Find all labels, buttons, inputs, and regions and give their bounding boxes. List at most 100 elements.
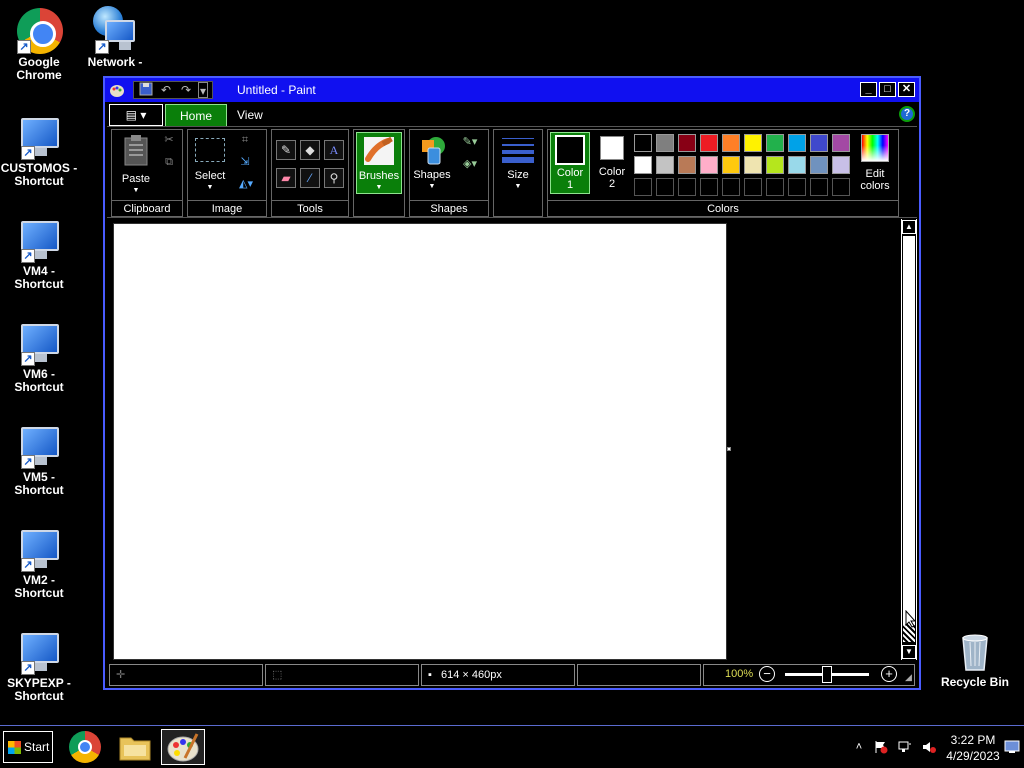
color-swatch[interactable] — [810, 134, 828, 152]
maximize-button[interactable]: □ — [879, 82, 896, 97]
tools-group-label: Tools — [272, 200, 348, 215]
shapes-button[interactable]: Shapes ▼ — [412, 134, 452, 193]
empty-color-swatch[interactable] — [678, 178, 696, 196]
empty-color-swatch[interactable] — [766, 178, 784, 196]
desktop-icon-recycle-bin[interactable]: Recycle Bin — [936, 626, 1014, 689]
save-icon[interactable] — [138, 82, 154, 98]
empty-color-swatch[interactable] — [656, 178, 674, 196]
outline-icon[interactable]: ✎▾ — [458, 136, 482, 148]
paint-menu-button[interactable]: ▤ ▾ — [109, 104, 163, 126]
empty-color-swatch[interactable] — [634, 178, 652, 196]
text-icon[interactable]: A — [324, 140, 344, 160]
color-swatch[interactable] — [634, 156, 652, 174]
pencil-icon[interactable]: ✎ — [276, 140, 296, 160]
empty-color-swatch[interactable] — [744, 178, 762, 196]
chevron-down-icon: ▼ — [428, 183, 436, 190]
color-swatch[interactable] — [656, 134, 674, 152]
empty-color-swatch[interactable] — [832, 178, 850, 196]
color-swatch[interactable] — [810, 156, 828, 174]
color-swatch[interactable] — [832, 134, 850, 152]
color-swatch[interactable] — [700, 156, 718, 174]
size-button[interactable]: Size ▼ — [498, 136, 538, 193]
taskbar-file-explorer[interactable] — [113, 729, 157, 765]
size-label: Size — [507, 169, 529, 181]
system-clock[interactable]: 3:22 PM 4/29/2023 — [945, 732, 1001, 764]
desktop-icon-vm6[interactable]: ↗ VM6 - Shortcut — [0, 318, 78, 394]
minimize-button[interactable]: _ — [860, 82, 877, 97]
desktop-icon-network[interactable]: ↗ Network - Shortcut — [76, 6, 154, 69]
paint-app-icon[interactable] — [109, 82, 125, 98]
redo-icon[interactable]: ↷ — [178, 82, 194, 98]
scroll-down-button[interactable]: ▼ — [902, 645, 916, 659]
color-swatch[interactable] — [832, 156, 850, 174]
show-hidden-icons-button[interactable]: ˄ — [852, 740, 866, 754]
network-icon[interactable] — [898, 740, 912, 754]
close-button[interactable]: ✕ — [898, 82, 915, 97]
tab-home[interactable]: Home — [165, 104, 228, 126]
window-resize-grip[interactable]: ◢ — [905, 672, 915, 682]
resize-icon[interactable]: ⇲ — [238, 156, 252, 168]
scroll-up-button[interactable]: ▲ — [902, 220, 916, 234]
color2-button[interactable]: Color 2 — [594, 136, 630, 190]
desktop-icon-skypexp[interactable]: ↗ SKYPEXP - Shortcut — [0, 627, 78, 703]
color-swatch[interactable] — [678, 156, 696, 174]
drawing-canvas[interactable] — [113, 223, 727, 660]
color-swatch[interactable] — [788, 134, 806, 152]
desktop-icon-google-chrome[interactable]: ↗ Google Chrome — [0, 6, 78, 82]
desktop-icon-vm4[interactable]: ↗ VM4 - Shortcut — [0, 215, 78, 291]
color-swatch[interactable] — [700, 134, 718, 152]
chevron-down-icon: ▼ — [132, 187, 140, 194]
color-swatch[interactable] — [678, 134, 696, 152]
taskbar-chrome[interactable] — [63, 729, 107, 765]
empty-color-swatch[interactable] — [700, 178, 718, 196]
zoom-out-button[interactable]: − — [759, 666, 775, 682]
canvas-resize-handle[interactable] — [727, 447, 731, 451]
color-picker-icon[interactable]: ⁄ — [300, 168, 320, 188]
color-swatch[interactable] — [744, 134, 762, 152]
volume-muted-icon[interactable] — [922, 740, 936, 754]
tab-view[interactable]: View — [223, 104, 277, 126]
scrollbar-thumb[interactable] — [903, 236, 915, 624]
magnifier-icon[interactable]: ⚲ — [324, 168, 344, 188]
empty-color-swatch[interactable] — [788, 178, 806, 196]
show-desktop-icon[interactable] — [1004, 740, 1020, 754]
window-title: Untitled - Paint — [237, 83, 316, 97]
edit-colors-button[interactable]: Edit colors — [854, 134, 896, 192]
empty-color-swatch[interactable] — [722, 178, 740, 196]
action-center-flag-icon[interactable] — [874, 740, 888, 754]
cut-icon[interactable]: ✂ — [162, 134, 176, 146]
color-swatch[interactable] — [788, 156, 806, 174]
undo-icon[interactable]: ↶ — [158, 82, 174, 98]
empty-color-swatch[interactable] — [810, 178, 828, 196]
color-swatch[interactable] — [766, 134, 784, 152]
vertical-scrollbar[interactable]: ▲ ▼ — [901, 219, 917, 660]
color-swatch[interactable] — [656, 156, 674, 174]
title-bar[interactable]: ↶ ↷ ▾ Untitled - Paint _ □ ✕ — [105, 78, 919, 102]
chevron-down-icon: ▼ — [206, 184, 214, 191]
tools-group: ✎ ◆ A ▰ ⁄ ⚲ Tools — [271, 129, 349, 217]
color-swatch[interactable] — [634, 134, 652, 152]
color-swatch[interactable] — [744, 156, 762, 174]
zoom-slider-thumb[interactable] — [822, 666, 832, 683]
color1-button[interactable]: Color 1 — [550, 132, 590, 194]
copy-icon[interactable]: ⧉ — [162, 156, 176, 168]
zoom-in-button[interactable]: + — [881, 666, 897, 682]
rotate-icon[interactable]: ◭▾ — [234, 178, 258, 190]
color-swatch[interactable] — [722, 156, 740, 174]
customize-qat-icon[interactable]: ▾ — [198, 82, 208, 98]
select-button[interactable]: Select ▼ — [192, 138, 228, 194]
eraser-icon[interactable]: ▰ — [276, 168, 296, 188]
desktop-icon-customos[interactable]: ↗ CUSTOMOS - Shortcut — [0, 112, 78, 188]
fill-shape-icon[interactable]: ◈▾ — [458, 158, 482, 170]
crop-icon[interactable]: ⌗ — [238, 134, 252, 146]
color-swatch[interactable] — [766, 156, 784, 174]
desktop-icon-vm5[interactable]: ↗ VM5 - Shortcut — [0, 421, 78, 497]
color-swatch[interactable] — [722, 134, 740, 152]
fill-icon[interactable]: ◆ — [300, 140, 320, 160]
brushes-button[interactable]: Brushes ▼ — [356, 132, 402, 194]
start-button[interactable]: Start — [3, 731, 53, 763]
desktop-icon-vm2[interactable]: ↗ VM2 - Shortcut — [0, 524, 78, 600]
paste-button[interactable]: Paste ▼ — [116, 134, 156, 197]
help-icon[interactable]: ? — [899, 106, 915, 122]
taskbar-paint[interactable] — [161, 729, 205, 765]
